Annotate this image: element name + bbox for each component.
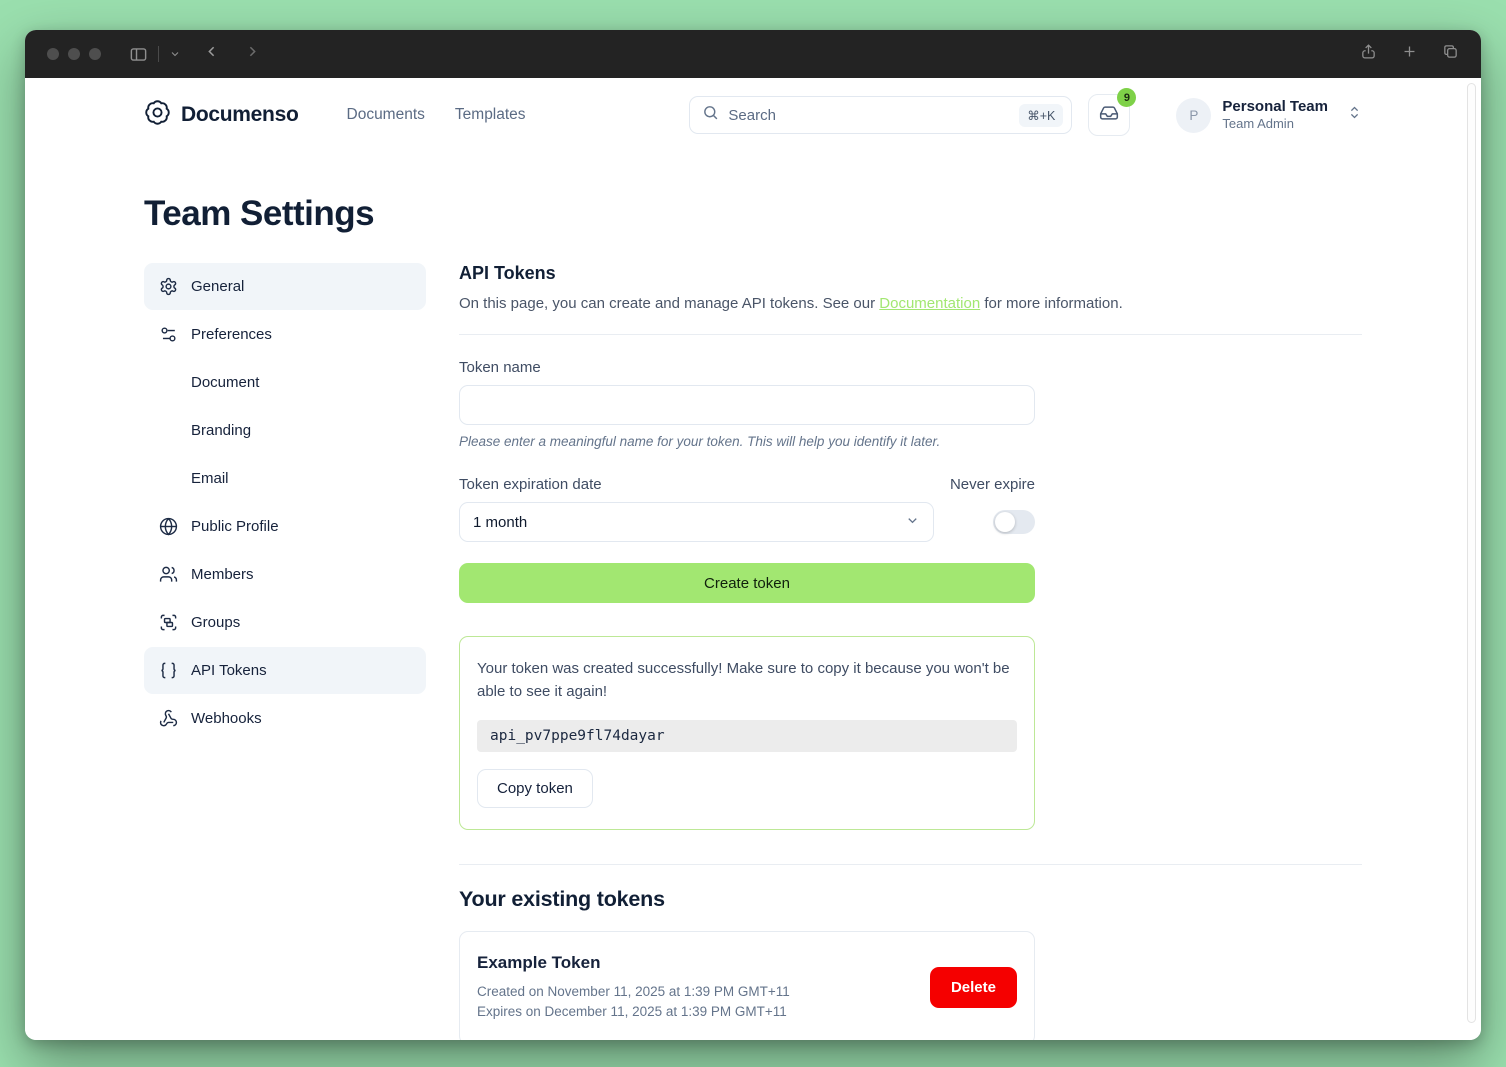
avatar: P bbox=[1176, 98, 1211, 133]
chevrons-up-down-icon bbox=[1347, 105, 1362, 125]
token-name-label: Token name bbox=[459, 359, 1035, 376]
close-window-button[interactable] bbox=[47, 48, 59, 60]
sidebar-toggle-icon[interactable] bbox=[129, 45, 148, 64]
notification-badge: 9 bbox=[1117, 88, 1136, 107]
settings-sidebar: General Preferences Document Branding bbox=[144, 263, 426, 743]
browser-window: Documenso Documents Templates ⌘+K bbox=[25, 30, 1481, 1040]
token-created-date: Created on November 11, 2025 at 1:39 PM … bbox=[477, 982, 790, 1002]
token-name-helper: Please enter a meaningful name for your … bbox=[459, 434, 1035, 449]
nav-templates[interactable]: Templates bbox=[455, 106, 526, 124]
page-title: Team Settings bbox=[144, 194, 1362, 234]
sidebar-item-members[interactable]: Members bbox=[144, 551, 426, 598]
app-header: Documenso Documents Templates ⌘+K bbox=[144, 93, 1362, 137]
sidebar-item-general[interactable]: General bbox=[144, 263, 426, 310]
back-icon[interactable] bbox=[203, 43, 220, 65]
never-expire-toggle[interactable] bbox=[993, 510, 1035, 534]
search-icon bbox=[702, 104, 719, 126]
existing-tokens-title: Your existing tokens bbox=[459, 887, 1362, 912]
page-content: Documenso Documents Templates ⌘+K bbox=[25, 78, 1481, 1040]
documenso-logo[interactable]: Documenso bbox=[144, 99, 299, 131]
token-expires-date: Expires on December 11, 2025 at 1:39 PM … bbox=[477, 1002, 790, 1022]
titlebar-divider bbox=[158, 46, 159, 62]
existing-tokens-divider bbox=[459, 864, 1362, 865]
chevron-down-icon bbox=[905, 513, 920, 532]
documentation-link[interactable]: Documentation bbox=[879, 295, 980, 312]
search-shortcut-badge: ⌘+K bbox=[1019, 104, 1063, 127]
sidebar-item-api-tokens[interactable]: API Tokens bbox=[144, 647, 426, 694]
expiration-selected-value: 1 month bbox=[473, 514, 527, 531]
new-tab-icon[interactable] bbox=[1401, 43, 1418, 65]
sidebar-item-label: Email bbox=[191, 470, 229, 487]
sidebar-item-groups[interactable]: Groups bbox=[144, 599, 426, 646]
sidebar-item-label: Branding bbox=[191, 422, 251, 439]
share-icon[interactable] bbox=[1360, 43, 1377, 65]
minimize-window-button[interactable] bbox=[68, 48, 80, 60]
sidebar-item-label: Members bbox=[191, 566, 254, 583]
gear-icon bbox=[159, 277, 178, 296]
sidebar-item-label: Webhooks bbox=[191, 710, 262, 727]
sidebar-item-label: Public Profile bbox=[191, 518, 279, 535]
team-name: Personal Team bbox=[1222, 98, 1328, 117]
forward-icon[interactable] bbox=[244, 43, 261, 65]
inbox-icon bbox=[1099, 103, 1119, 128]
section-description: On this page, you can create and manage … bbox=[459, 295, 1362, 312]
token-success-message: Your token was created successfully! Mak… bbox=[477, 658, 1017, 703]
primary-nav: Documents Templates bbox=[347, 106, 526, 124]
tab-overview-icon[interactable] bbox=[1442, 43, 1459, 65]
team-role: Team Admin bbox=[1222, 116, 1328, 132]
create-token-button[interactable]: Create token bbox=[459, 563, 1035, 603]
sidebar-item-label: Preferences bbox=[191, 326, 272, 343]
sidebar-item-branding[interactable]: Branding bbox=[144, 407, 426, 454]
sidebar-item-webhooks[interactable]: Webhooks bbox=[144, 695, 426, 742]
description-text: On this page, you can create and manage … bbox=[459, 295, 879, 312]
braces-icon bbox=[159, 661, 178, 680]
expiration-select[interactable]: 1 month bbox=[459, 502, 934, 542]
chevron-down-icon[interactable] bbox=[169, 48, 181, 60]
browser-titlebar bbox=[25, 30, 1481, 78]
sidebar-item-document[interactable]: Document bbox=[144, 359, 426, 406]
description-text-after: for more information. bbox=[980, 295, 1123, 312]
logo-text: Documenso bbox=[181, 103, 299, 127]
nav-documents[interactable]: Documents bbox=[347, 106, 425, 124]
sidebar-item-public-profile[interactable]: Public Profile bbox=[144, 503, 426, 550]
never-expire-label: Never expire bbox=[950, 476, 1035, 493]
token-success-box: Your token was created successfully! Mak… bbox=[459, 636, 1035, 830]
sidebar-item-email[interactable]: Email bbox=[144, 455, 426, 502]
sidebar-item-label: API Tokens bbox=[191, 662, 267, 679]
traffic-lights[interactable] bbox=[47, 48, 101, 60]
delete-token-button[interactable]: Delete bbox=[930, 967, 1017, 1008]
copy-token-button[interactable]: Copy token bbox=[477, 769, 593, 808]
group-icon bbox=[159, 613, 178, 632]
sidebar-item-label: General bbox=[191, 278, 244, 295]
sliders-icon bbox=[159, 325, 178, 344]
inbox-button[interactable]: 9 bbox=[1088, 94, 1130, 136]
token-name: Example Token bbox=[477, 953, 790, 973]
section-title: API Tokens bbox=[459, 263, 1362, 284]
api-token-value: api_pv7ppe9fl74dayar bbox=[477, 720, 1017, 752]
search-input[interactable] bbox=[728, 107, 1019, 124]
section-divider bbox=[459, 334, 1362, 335]
sidebar-item-label: Groups bbox=[191, 614, 240, 631]
search-bar[interactable]: ⌘+K bbox=[689, 96, 1072, 134]
zoom-window-button[interactable] bbox=[89, 48, 101, 60]
documenso-badge-icon bbox=[144, 99, 171, 131]
vertical-scrollbar[interactable] bbox=[1467, 83, 1476, 1023]
token-name-input[interactable] bbox=[459, 385, 1035, 425]
token-expiration-label: Token expiration date bbox=[459, 476, 602, 493]
sidebar-item-preferences[interactable]: Preferences bbox=[144, 311, 426, 358]
profile-menu[interactable]: P Personal Team Team Admin bbox=[1176, 98, 1362, 133]
sidebar-item-label: Document bbox=[191, 374, 259, 391]
token-row: Example Token Created on November 11, 20… bbox=[459, 931, 1035, 1040]
globe-icon bbox=[159, 517, 178, 536]
users-icon bbox=[159, 565, 178, 584]
toggle-knob bbox=[995, 512, 1015, 532]
api-tokens-panel: API Tokens On this page, you can create … bbox=[426, 263, 1362, 1040]
webhook-icon bbox=[159, 709, 178, 728]
